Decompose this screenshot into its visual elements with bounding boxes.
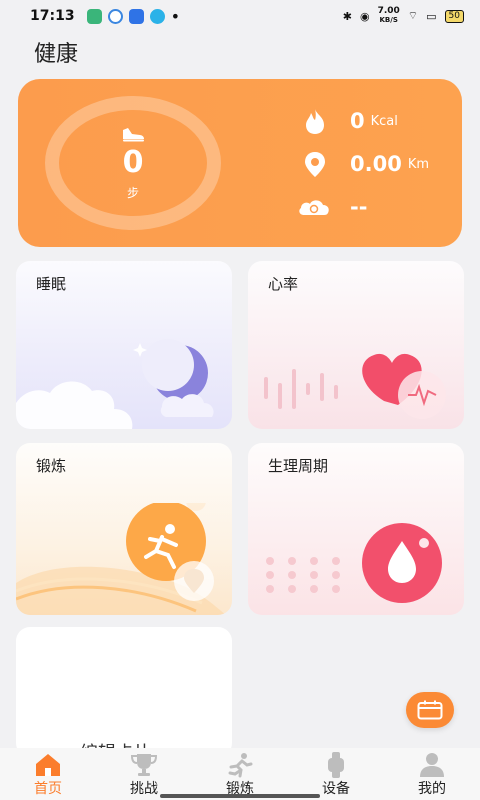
battery-indicator: 50 (444, 9, 464, 23)
profile-icon (420, 753, 444, 777)
location-pin-icon (305, 152, 325, 177)
runner-illustration (16, 503, 226, 615)
flame-icon (306, 109, 324, 134)
status-right: ✱ ◉ 7.00 KB/S ⌔ ▭ 50 (343, 7, 464, 25)
nav-challenge[interactable]: 挑战 (96, 748, 192, 800)
wifi-icon: ⌔ (407, 9, 419, 22)
nav-home[interactable]: 首页 (0, 748, 96, 800)
sync-metric: -- (299, 195, 368, 219)
runner-icon (228, 753, 253, 778)
steps-value: 0 (122, 144, 144, 180)
exercise-card[interactable]: 锻炼 (16, 443, 232, 615)
net-speed-unit: KB/S (379, 16, 398, 24)
home-icon (36, 754, 60, 776)
nav-home-label: 首页 (34, 781, 62, 797)
heart-rate-card[interactable]: 心率 (248, 261, 464, 429)
sleep-card[interactable]: 睡眠 (16, 261, 232, 429)
status-app-icons: • (86, 6, 181, 26)
more-dot-icon: • (170, 6, 181, 26)
message-app-icon (128, 8, 144, 24)
distance-unit: Km (407, 156, 430, 172)
bottom-nav: 首页 挑战 锻炼 设备 我的 (0, 748, 480, 800)
exercise-title: 锻炼 (36, 457, 67, 475)
nav-device[interactable]: 设备 (288, 748, 384, 800)
activity-summary-card[interactable]: 0 步 0 Kcal 0.00 Km -- (18, 79, 462, 247)
calendar-button[interactable] (406, 692, 454, 728)
location-icon: ◉ (359, 9, 370, 23)
signal-icon: ▭ (426, 9, 437, 23)
shoe-icon (123, 127, 144, 141)
page-title: 健康 (34, 42, 79, 67)
chat-app-icon (107, 8, 123, 24)
gesture-home-bar[interactable] (160, 794, 320, 798)
steps-unit: 步 (126, 185, 139, 200)
nav-device-label: 设备 (322, 781, 350, 797)
moon-cloud-illustration (16, 339, 214, 429)
nav-profile-label: 我的 (418, 781, 446, 797)
net-speed: 7.00 KB/S (378, 7, 400, 25)
distance-metric: 0.00 Km (305, 152, 430, 177)
nav-challenge-label: 挑战 (130, 781, 158, 797)
calories-metric: 0 Kcal (306, 109, 398, 134)
calories-unit: Kcal (370, 113, 398, 129)
bluetooth-icon: ✱ (342, 9, 352, 23)
droplet-illustration (266, 523, 442, 603)
status-bar: 17:13 • ✱ ◉ 7.00 KB/S ⌔ ▭ 50 (0, 0, 480, 32)
heart-rate-title: 心率 (268, 275, 299, 293)
nav-profile[interactable]: 我的 (384, 748, 480, 800)
edit-cards-card[interactable]: 编辑卡片 (16, 627, 232, 757)
distance-value: 0.00 (350, 152, 402, 176)
calories-value: 0 (350, 109, 365, 133)
nav-exercise[interactable]: 锻炼 (192, 748, 288, 800)
status-time: 17:13 (30, 8, 75, 24)
heart-illustration (264, 353, 446, 419)
app-notification-icon (86, 8, 102, 24)
cloud-sync-icon (299, 200, 329, 215)
menstrual-cycle-title: 生理周期 (268, 457, 329, 475)
calendar-icon (417, 700, 443, 720)
watch-icon (328, 752, 344, 778)
net-speed-value: 7.00 (377, 6, 400, 16)
trophy-icon (130, 754, 158, 776)
steps-ring: 0 步 (45, 96, 221, 230)
browser-app-icon (149, 8, 165, 24)
sync-value: -- (350, 195, 368, 219)
menstrual-cycle-card[interactable]: 生理周期 (248, 443, 464, 615)
sleep-title: 睡眠 (36, 275, 67, 293)
